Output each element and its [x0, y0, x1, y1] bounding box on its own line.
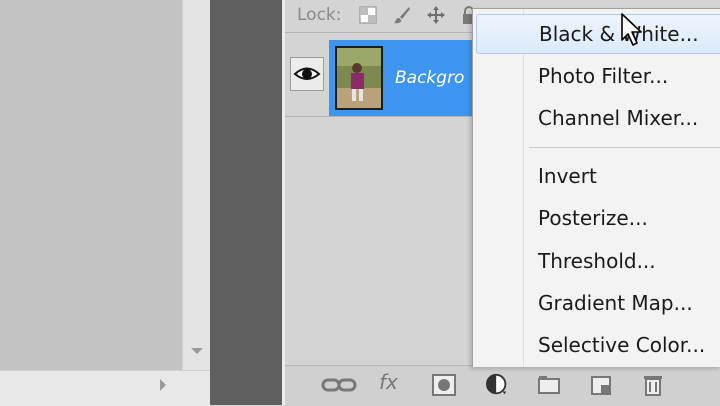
- fx-icon[interactable]: fx: [379, 370, 398, 394]
- link-layers-icon[interactable]: [321, 373, 357, 397]
- scroll-right-arrow-icon[interactable]: [160, 379, 166, 391]
- menu-item-black-white[interactable]: Black & White...: [476, 14, 720, 54]
- menu-item-label: Selective Color...: [538, 333, 706, 357]
- lock-transparent-icon[interactable]: [358, 5, 378, 25]
- menu-item-label: Photo Filter...: [538, 64, 669, 88]
- layer-visibility-toggle[interactable]: [290, 57, 324, 91]
- menu-item-channel-mixer[interactable]: Channel Mixer...: [473, 99, 720, 137]
- layer-row[interactable]: Backgro: [285, 40, 475, 117]
- menu-item-label: Gradient Map...: [538, 291, 693, 315]
- vertical-scrollbar[interactable]: [182, 0, 211, 370]
- layer-thumbnail: [335, 46, 383, 110]
- menu-item-label: Channel Mixer...: [538, 106, 699, 130]
- add-mask-icon[interactable]: [431, 373, 457, 397]
- horizontal-scrollbar[interactable]: [0, 370, 210, 406]
- menu-item-label: Invert: [538, 164, 597, 188]
- adjustment-layer-icon[interactable]: [483, 373, 513, 397]
- menu-item-posterize[interactable]: Posterize...: [473, 199, 720, 237]
- lock-label: Lock:: [297, 5, 342, 25]
- scroll-down-arrow-icon[interactable]: [191, 348, 203, 354]
- layers-bottom-toolbar: fx: [285, 365, 720, 406]
- menu-separator: [529, 147, 720, 148]
- adjustment-layer-menu: Black & White... Photo Filter... Channel…: [472, 8, 720, 367]
- menu-item-selective-color[interactable]: Selective Color...: [473, 326, 720, 364]
- lock-move-icon[interactable]: [426, 5, 446, 25]
- delete-layer-icon[interactable]: [641, 373, 665, 397]
- layer-item-background[interactable]: Backgro: [329, 40, 475, 116]
- layer-name[interactable]: Backgro: [395, 68, 464, 88]
- menu-item-label: Black & White...: [539, 22, 699, 46]
- lock-paint-icon[interactable]: [392, 5, 412, 25]
- document-canvas-area[interactable]: [0, 0, 182, 370]
- mouse-pointer-icon: [621, 13, 642, 46]
- menu-item-photo-filter[interactable]: Photo Filter...: [473, 57, 720, 95]
- menu-item-label: Posterize...: [538, 206, 648, 230]
- menu-item-label: Threshold...: [538, 249, 656, 273]
- menu-item-invert[interactable]: Invert: [473, 157, 720, 195]
- eye-icon: [293, 67, 321, 80]
- new-layer-icon[interactable]: [589, 373, 613, 397]
- menu-item-threshold[interactable]: Threshold...: [473, 242, 720, 280]
- new-group-icon[interactable]: [537, 373, 561, 397]
- menu-item-gradient-map[interactable]: Gradient Map...: [473, 284, 720, 322]
- workspace-divider: [210, 0, 282, 405]
